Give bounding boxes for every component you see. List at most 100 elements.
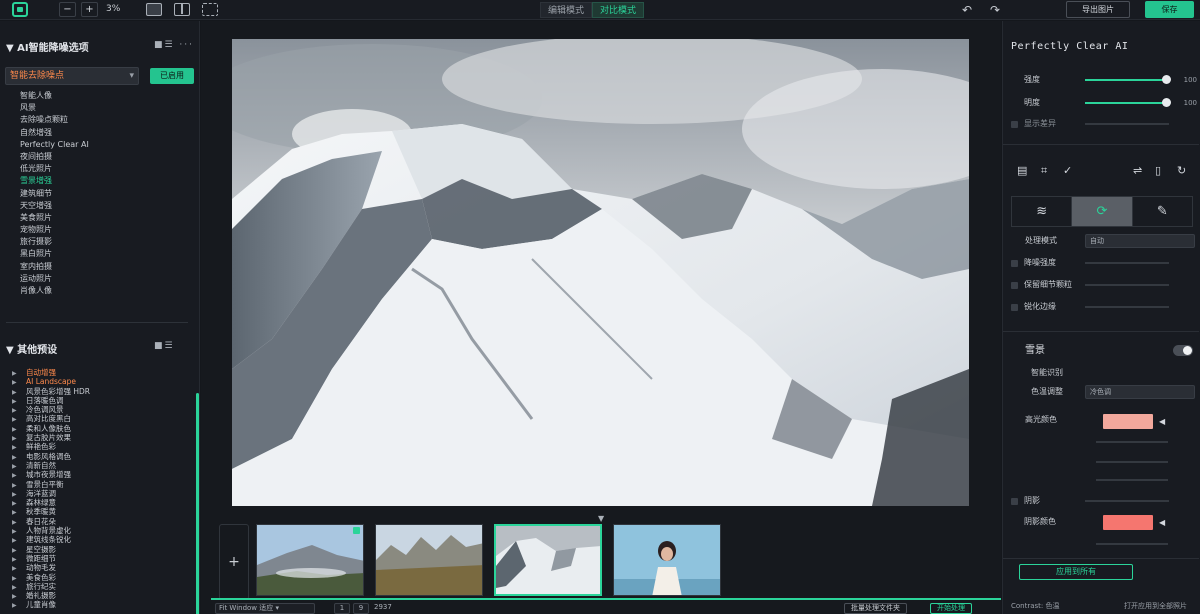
preset-tree-item[interactable]: ▶ 儿童肖像 [12, 600, 90, 609]
ai-option-item[interactable]: 宠物照片 [20, 224, 89, 236]
apply-to-all-button[interactable]: 应用到所有 [1019, 564, 1133, 580]
preset-tree-item[interactable]: ▶ 电影风格调色 [12, 452, 90, 461]
add-image-button[interactable]: + [219, 524, 249, 600]
ai-option-item[interactable]: 雪景增强 [20, 175, 89, 187]
ai-option-item[interactable]: 低光照片 [20, 163, 89, 175]
rotate-icon[interactable]: ↻ [1177, 164, 1186, 177]
ai-option-item[interactable]: 建筑细节 [20, 188, 89, 200]
single-view-icon[interactable] [146, 3, 162, 16]
ai-option-item[interactable]: 天空增强 [20, 200, 89, 212]
preset-tree-item[interactable]: ▶ 春日花朵 [12, 517, 90, 526]
snow-toggle[interactable] [1173, 345, 1193, 356]
undo-icon[interactable]: ↶ [962, 3, 972, 17]
sliders-icon[interactable]: ≋ [1012, 197, 1073, 226]
presets-scrollbar[interactable] [196, 393, 199, 614]
ai-option-item[interactable]: 去除噪点颗粒 [20, 114, 89, 126]
preset-tree-item[interactable]: ▶ 风景色彩增强 HDR [12, 387, 90, 396]
preset-tree-item[interactable]: ▶ 美食色彩 [12, 573, 90, 582]
preset-tree-item[interactable]: ▶ 秋季暖黄 [12, 507, 90, 516]
preset-dropdown[interactable]: 智能去除噪点 ▾ [5, 67, 139, 85]
start-process-button[interactable]: 开始处理 [930, 603, 972, 614]
show-diff-checkbox[interactable] [1011, 121, 1018, 128]
tab-edit-mode[interactable]: 编辑模式 [540, 2, 593, 18]
ai-option-item[interactable]: 自然增强 [20, 127, 89, 139]
ai-option-item[interactable]: 夜间拍摄 [20, 151, 89, 163]
page-b-field[interactable]: 9 [353, 603, 369, 614]
shadow-color-slider[interactable] [1096, 543, 1168, 545]
shadow-checkbox[interactable] [1011, 498, 1018, 505]
section-title-ai-options[interactable]: ▼ AI智能降噪选项 [6, 39, 89, 54]
sharpen-checkbox[interactable] [1011, 304, 1018, 311]
highlight-slider-2[interactable] [1096, 461, 1168, 463]
preset-tree-item[interactable]: ▶ AI Landscape [12, 377, 90, 386]
ai-option-item[interactable]: 室内拍摄 [20, 261, 89, 273]
save-button[interactable]: 保存 [1145, 1, 1194, 18]
tab-compare-mode[interactable]: 对比模式 [592, 2, 645, 18]
highlight-slider-1[interactable] [1096, 441, 1168, 443]
preset-tree-item[interactable]: ▶ 人物背景虚化 [12, 526, 90, 535]
brush-icon[interactable]: ✎ [1133, 197, 1192, 226]
thumbnail-mountain-clouds[interactable] [256, 524, 364, 596]
preset-tree-item[interactable]: ▶ 复古胶片效果 [12, 433, 90, 442]
preset-tree-item[interactable]: ▶ 海洋蓝调 [12, 489, 90, 498]
section-view-icons[interactable]: ■☰ ··· [154, 40, 194, 50]
zoom-in-button[interactable]: + [81, 2, 98, 17]
thumbnail-rocky-peaks[interactable] [375, 524, 483, 596]
ai-enhance-icon[interactable]: ⟳ [1072, 197, 1133, 226]
preset-tree-item[interactable]: ▶ 旅行纪实 [12, 582, 90, 591]
expand-arrow-icon[interactable]: ▶ [12, 601, 26, 610]
shadow-color-swatch[interactable] [1103, 515, 1153, 530]
expand-arrow-icon[interactable]: ▶ [12, 536, 26, 545]
export-button[interactable]: 导出图片 [1066, 1, 1130, 18]
thumbnail-snowy-mountain-selected[interactable] [494, 524, 602, 596]
crop-icon[interactable]: ⌗ [1041, 164, 1047, 178]
view-fit-select[interactable]: Fit Window 适应 ▾ [215, 603, 315, 614]
page-a-field[interactable]: 1 [334, 603, 350, 614]
shadow-slider[interactable] [1085, 500, 1169, 502]
thumbnail-portrait[interactable] [613, 524, 721, 596]
apply-preset-button[interactable]: 已启用 [150, 68, 194, 84]
preset-tree-item[interactable]: ▶ 微距细节 [12, 554, 90, 563]
slider-knob[interactable] [1161, 98, 1171, 107]
zoom-out-button[interactable]: − [59, 2, 76, 17]
redo-icon[interactable]: ↷ [990, 3, 1000, 17]
preset-tree-item[interactable]: ▶ 城市夜景增强 [12, 470, 90, 479]
processing-mode-select[interactable]: 自动 [1085, 234, 1195, 248]
highlight-slider-3[interactable] [1096, 479, 1168, 481]
color-temp-select[interactable]: 冷色调 [1085, 385, 1195, 399]
denoise-checkbox[interactable] [1011, 260, 1018, 267]
strength-slider[interactable] [1085, 75, 1171, 84]
preset-tree-item[interactable]: ▶ 建筑线条锐化 [12, 535, 90, 544]
check-circle-icon[interactable]: ✓ [1063, 164, 1072, 177]
preset-tree-item[interactable]: ▶ 雪景白平衡 [12, 480, 90, 489]
ai-option-item[interactable]: 运动照片 [20, 273, 89, 285]
preserve-detail-slider[interactable] [1085, 284, 1169, 286]
sharpen-slider[interactable] [1085, 306, 1169, 308]
batch-process-button[interactable]: 批量处理文件夹 [844, 603, 907, 614]
preset-tree-item[interactable]: ▶ 日落暖色调 [12, 396, 90, 405]
expand-arrow-icon[interactable]: ▶ [12, 378, 26, 387]
preset-tree-item[interactable]: ▶ 星空摄影 [12, 545, 90, 554]
ai-option-item[interactable]: 美食照片 [20, 212, 89, 224]
document-icon[interactable]: ▤ [1017, 164, 1027, 177]
ai-option-item[interactable]: 旅行摄影 [20, 236, 89, 248]
preset-tree-item[interactable]: ▶ 柔和人像肤色 [12, 424, 90, 433]
preset-tree-item[interactable]: ▶ 鲜艳色彩 [12, 442, 90, 451]
brightness-slider[interactable] [1085, 98, 1171, 107]
highlight-color-swatch[interactable] [1103, 414, 1153, 429]
preset-tree-item[interactable]: ▶ 动物毛发 [12, 563, 90, 572]
preset-tree-item[interactable]: ▶ 自动增强 [12, 368, 90, 377]
slider-knob[interactable] [1161, 75, 1171, 84]
preset-tree-item[interactable]: ▶ 清新自然 [12, 461, 90, 470]
compare-icon[interactable]: ⇌ [1133, 164, 1142, 177]
ai-option-item[interactable]: Perfectly Clear AI [20, 139, 89, 151]
main-image-preview[interactable] [232, 39, 969, 506]
preserve-detail-checkbox[interactable] [1011, 282, 1018, 289]
section2-view-icons[interactable]: ■☰ [154, 341, 175, 351]
expand-arrow-icon[interactable]: ▶ [12, 564, 26, 573]
ai-option-item[interactable]: 风景 [20, 102, 89, 114]
denoise-slider[interactable] [1085, 262, 1169, 264]
ai-option-item[interactable]: 黑白照片 [20, 248, 89, 260]
copy-icon[interactable]: ▯ [1155, 164, 1161, 177]
preset-tree-item[interactable]: ▶ 高对比度黑白 [12, 414, 90, 423]
